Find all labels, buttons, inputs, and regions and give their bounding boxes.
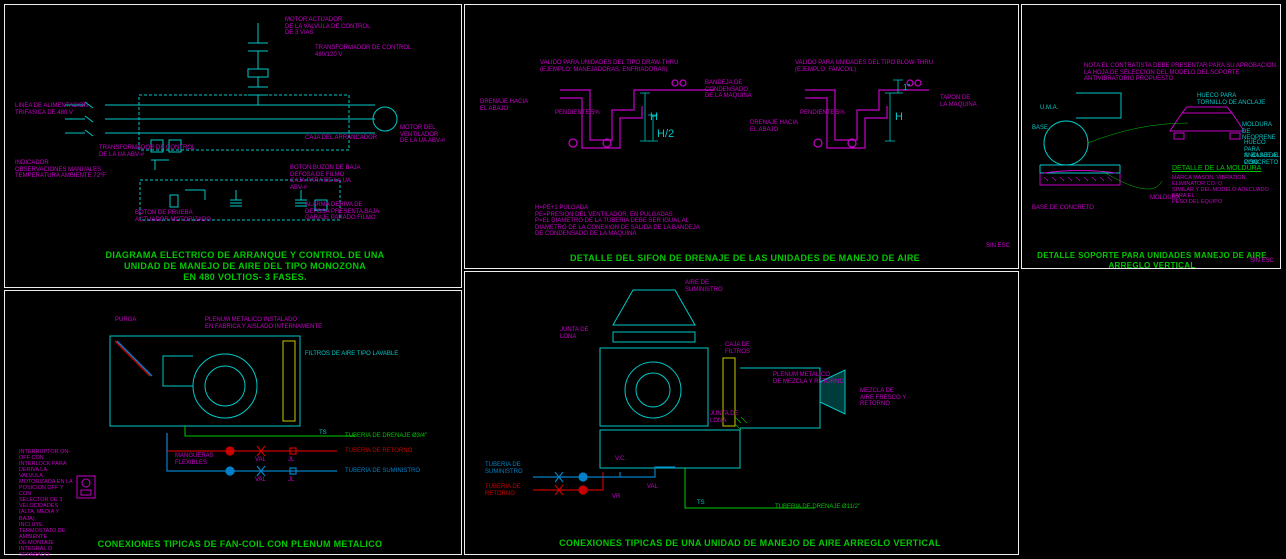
label-filter-box: CAJA DEFILTROS <box>725 342 750 355</box>
label-purge: PURGA <box>115 317 136 324</box>
label-jl1: JL <box>288 457 294 464</box>
label-plug: TAPON DELA MAQUINA <box>940 95 977 108</box>
label-drain-down: DRENAJE HACIAEL ABAJO <box>480 99 528 112</box>
label-return-pipe: TUBERIA DE RETORNO <box>345 448 412 455</box>
label-indicator: INDICADOROBSERVACIONES MANUALESTEMPERATU… <box>15 160 106 180</box>
label-control-transformer: TRANSFORMADOR DE CONTROLDE LA UA ABV-# <box>99 145 195 158</box>
label-canvas-joint: JUNTA DELONA <box>560 327 589 340</box>
panel-siphon-detail: H H/2 H 1" VALIDO PARA UNIDADES DEL TIPO… <box>464 4 1019 269</box>
ahu-schematic <box>465 272 1020 532</box>
label-blow-thru: VALIDO PARA UNIDADES DEL TIPO BLOW-THRU(… <box>795 60 933 73</box>
label-filters: FILTROS DE AIRE TIPO LAVABLE <box>305 351 398 358</box>
panel-title-electrical: DIAGRAMA ELECTRICO DE ARRANQUE Y CONTROL… <box>95 250 395 282</box>
label-neoprene: MOLDURA DE NEOPRENE <box>1242 122 1280 142</box>
label-ts: TS <box>319 430 327 437</box>
scale-siphon: SIN ESC <box>986 243 1010 250</box>
label-alarm: ALARMA DERIVA DEDEFOSA PRESENTA BAJAGARA… <box>305 202 379 222</box>
label-drain-pipe-v: TUBERIA DE DRENAJE Ø11/2" <box>775 504 860 511</box>
label-slope: PENDIENTE 5% <box>555 110 600 117</box>
panel-title-support: DETALLE SOPORTE PARA UNIDADES MANEJO DE … <box>1027 251 1277 270</box>
label-val-v: VAL <box>647 484 658 491</box>
label-drain-down2: DRENAJE HACIAEL ABAJO <box>750 120 798 133</box>
scale-support: SIN ESC <box>1250 258 1274 265</box>
label-low-pressure: BOTON BUZON DE BAJADEFOSA DE FILMOCAJA P… <box>290 165 361 191</box>
panel-title-siphon: DETALLE DEL SIFON DE DRENAJE DE LAS UNID… <box>485 253 1005 264</box>
label-base: BASE <box>1032 125 1048 132</box>
panel-ahu-vertical: AIRE DESUMINISTRO JUNTA DELONA CAJA DEFI… <box>464 271 1019 555</box>
label-vr: VR <box>612 494 620 501</box>
label-return-pipe-v: TUBERIA DERETORNO <box>485 484 521 497</box>
label-starter-box: CAJA DEL ARRANCADOR <box>305 135 377 142</box>
label-ts-v: TS <box>697 500 705 507</box>
panel-support-detail: NOTA EL CONTRATISTA DEBE PRESENTAR PARA … <box>1021 4 1281 269</box>
label-draw-thru: VALIDO PARA UNIDADES DEL TIPO DRAW-THRU(… <box>540 60 678 73</box>
svg-text:H: H <box>650 111 658 123</box>
label-supply-air: AIRE DESUMINISTRO <box>685 280 723 293</box>
panel-electrical-diagram: LINEA DE ALIMENTACIONTRIFASICA DE 480 V … <box>4 4 462 288</box>
svg-text:H/2: H/2 <box>657 128 674 140</box>
label-valve-motor: MOTOR ACTUADORDE LA VALVULA DE CONTROLDE… <box>285 17 370 37</box>
label-vc: V.C. <box>615 456 626 463</box>
label-supply-pipe-v: TUBERIA DESUMINISTRO <box>485 462 523 475</box>
panel-title-fancoil: CONEXIONES TIPICAS DE FAN-COIL CON PLENU… <box>75 539 405 550</box>
label-drain-pipe: TUBERIA DE DRENAJE Ø3/4" <box>345 433 427 440</box>
label-concrete-base: BASE DE CONCRETO <box>1032 205 1094 212</box>
label-test-button: BOTON DE PRUEBAACTUADOR MOTORIZADO <box>135 210 211 223</box>
label-mixing-plenum: PLENUM METALICODE MEZCLA Y RETORNO <box>773 372 844 385</box>
label-val2: VAL <box>255 477 266 484</box>
svg-text:H: H <box>895 111 903 123</box>
electrical-schematic <box>5 5 463 245</box>
siphon-schematic: H H/2 H 1" <box>465 5 1020 215</box>
subnote-moldura: MARCA MASON, VIBRATION ELIMINATOR CO. OS… <box>1172 175 1280 205</box>
label-switch: INTERRUPTOR ON-OFF CONINTERLOCK PARA DER… <box>19 449 74 558</box>
label-jl2: JL <box>288 477 294 484</box>
label-canvas-joint2: JUNTA DELONA <box>710 411 739 424</box>
label-supply-pipe: TUBERIA DE SUMINISTRO <box>345 468 420 475</box>
note-support: NOTA EL CONTRATISTA DEBE PRESENTAR PARA … <box>1084 63 1276 83</box>
label-power-line: LINEA DE ALIMENTACIONTRIFASICA DE 480 V <box>15 103 88 116</box>
label-plenum: PLENUM METALICO INSTALADOEN FABRICA Y AI… <box>205 317 322 330</box>
label-air-mix: MEZCLA DEAIRE FRESCO YRETORNO <box>860 388 906 408</box>
panel-title-ahu-vertical: CONEXIONES TIPICAS DE UNA UNIDAD DE MANE… <box>520 538 980 549</box>
label-transformer: TRANSFORMADOR DE CONTROL480/120 V <box>315 45 411 58</box>
subtitle-moldura: DETALLE DE LA MOLDURA <box>1172 165 1261 173</box>
label-fan-motor: MOTOR DEL VENTILADORDE LA UA ABV-# <box>400 125 461 145</box>
label-anchor-hole: HUECO PARATORNILLO DE ANCLAJE <box>1197 93 1265 106</box>
label-hoses: MANGUERASFLEXIBLES <box>175 453 214 466</box>
label-slope2: PENDIENTE 5% <box>800 110 845 117</box>
panel-fancoil-connections: PURGA PLENUM METALICO INSTALADOEN FABRIC… <box>4 290 462 555</box>
svg-text:1": 1" <box>903 83 910 92</box>
label-val1: VAL <box>255 457 266 464</box>
formula-siphon: H=PE+1 PULGADAPE=PRESION DEL VENTILADOR,… <box>535 205 700 238</box>
label-uma: U.M.A. <box>1040 105 1058 112</box>
label-condensate-tray: BANDEJA DECONDENSADODE LA MAQUINA <box>705 80 755 100</box>
